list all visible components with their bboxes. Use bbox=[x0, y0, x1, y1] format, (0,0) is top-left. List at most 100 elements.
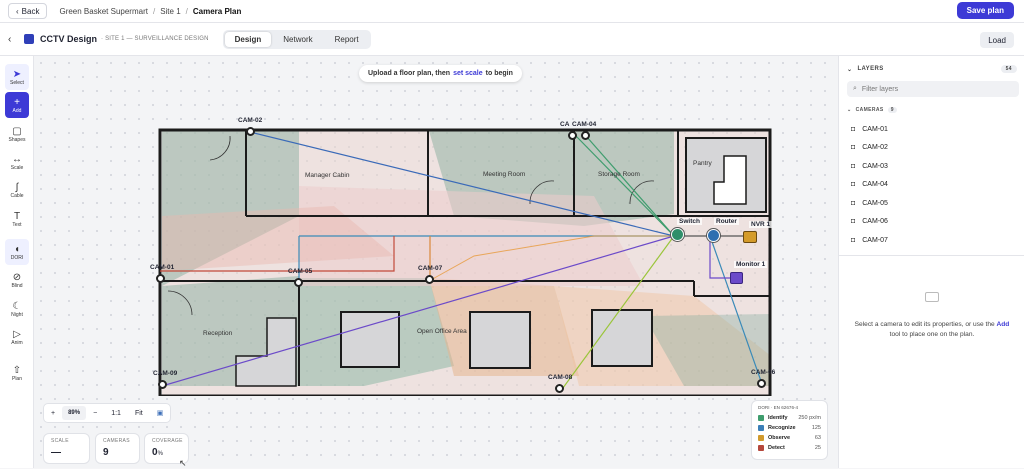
list-item[interactable]: ◘ CAM-04 bbox=[847, 176, 1017, 195]
tool-plan[interactable]: ⇧ Plan bbox=[5, 360, 29, 386]
zoom-out-button[interactable]: − bbox=[86, 403, 104, 423]
project-title: CCTV Design bbox=[40, 34, 98, 44]
dori-row: Recognize 125 bbox=[758, 423, 821, 433]
design-header: ‹ CCTV Design · SITE 1 — SURVEILLANCE DE… bbox=[0, 23, 1024, 56]
tool-anim[interactable]: ▷ Anim bbox=[5, 324, 29, 350]
filter-layers-input[interactable]: ⌕ Filter layers bbox=[847, 81, 1019, 97]
camera-label: CAM-04 bbox=[572, 121, 597, 128]
layers-count: 54 bbox=[1000, 65, 1017, 73]
camera-icon: ◘ bbox=[851, 236, 856, 244]
add-tool-link[interactable]: Add bbox=[997, 321, 1010, 328]
dori-icon: ◖ bbox=[13, 243, 21, 255]
upload-icon: ⇧ bbox=[12, 364, 22, 376]
map-icon[interactable]: ▣ bbox=[150, 403, 171, 423]
back-button[interactable]: ‹ Back bbox=[8, 3, 48, 19]
camera-icon bbox=[294, 278, 303, 287]
list-item[interactable]: ◘ CAM-05 bbox=[847, 194, 1017, 213]
camera-icon bbox=[757, 379, 766, 388]
dori-title: DORI · EN 62676-4 bbox=[758, 405, 799, 410]
camera-icon: ◘ bbox=[851, 181, 856, 189]
cursor-icon: ↖ bbox=[179, 458, 187, 468]
tool-blind[interactable]: ⊘ Blind bbox=[5, 267, 29, 293]
list-item[interactable]: ◘ CAM-06 bbox=[847, 213, 1017, 232]
camera-icon: ◘ bbox=[851, 162, 856, 170]
camera-icon bbox=[158, 380, 167, 389]
device-label: Switch bbox=[677, 218, 702, 225]
empty-properties-message: Select a camera to edit its properties, … bbox=[854, 321, 1010, 338]
zoom-actual-button[interactable]: 1:1 bbox=[104, 403, 128, 423]
crumb-project[interactable]: Green Basket Supermart bbox=[59, 7, 147, 16]
cameras-stat: CAMERAS 9 bbox=[95, 433, 140, 464]
list-item[interactable]: ◘ CAM-07 bbox=[847, 231, 1017, 250]
tab-network[interactable]: Network bbox=[273, 32, 322, 47]
tool-cable[interactable]: ∫ Cable bbox=[5, 177, 29, 203]
floor-plan bbox=[158, 128, 772, 396]
camera-icon bbox=[246, 127, 255, 136]
plus-icon: + bbox=[14, 96, 20, 108]
zoom-in-button[interactable]: + bbox=[44, 403, 62, 423]
load-button[interactable]: Load bbox=[980, 32, 1014, 48]
tool-scale[interactable]: ↔ Scale bbox=[5, 149, 29, 175]
layers-panel: ⌄ LAYERS 54 ⌕ Filter layers ⌄ CAMERAS 9 … bbox=[838, 56, 1024, 468]
room-label: Reception bbox=[203, 330, 233, 337]
tool-add[interactable]: + Add bbox=[5, 92, 29, 118]
dori-legend: DORI · EN 62676-4 Identify 250 px/m Recog… bbox=[751, 400, 828, 460]
search-icon: ⌕ bbox=[853, 85, 857, 92]
camera-icon bbox=[568, 131, 577, 140]
zoom-fit-button[interactable]: Fit bbox=[128, 403, 150, 423]
chevron-down-icon: ⌄ bbox=[847, 107, 852, 113]
tab-design[interactable]: Design bbox=[224, 31, 272, 47]
dori-row: Detect 25 bbox=[758, 443, 821, 453]
design-canvas[interactable]: Upload a floor plan, then set scale to b… bbox=[34, 56, 838, 468]
tool-shapes[interactable]: ▢ Shapes bbox=[5, 121, 29, 147]
square-icon: ▢ bbox=[12, 125, 22, 137]
dori-row: Identify 250 px/m bbox=[758, 413, 821, 423]
camera-icon bbox=[555, 384, 564, 393]
list-item[interactable]: ◘ CAM-03 bbox=[847, 157, 1017, 176]
camera-icon: ◘ bbox=[851, 199, 856, 207]
camera-icon bbox=[425, 275, 434, 284]
camera-label: CAM-09 bbox=[153, 370, 178, 377]
room-label: Meeting Room bbox=[483, 171, 526, 178]
camera-icon: ◘ bbox=[851, 218, 856, 226]
tool-night[interactable]: ☾ Night bbox=[5, 296, 29, 322]
tool-dori[interactable]: ◖ DORI bbox=[5, 239, 29, 265]
camera-icon: ◘ bbox=[851, 125, 856, 133]
cameras-group-header[interactable]: ⌄ CAMERAS 9 bbox=[847, 107, 897, 113]
layers-header[interactable]: ⌄ LAYERS 54 bbox=[847, 65, 1017, 73]
cable-icon: ∫ bbox=[15, 181, 19, 193]
camera-label: CAM-02 bbox=[238, 117, 263, 124]
chevron-left-icon[interactable]: ‹ bbox=[8, 34, 22, 45]
camera-icon bbox=[581, 131, 590, 140]
tool-palette: ➤ Select + Add ▢ Shapes ↔ Scale ∫ Cable T Text… bbox=[0, 56, 34, 468]
tool-text[interactable]: T Text bbox=[5, 206, 29, 232]
save-plan-button[interactable]: Save plan bbox=[956, 2, 1014, 19]
camera-label: CAM-06 bbox=[751, 369, 776, 376]
eye-off-icon: ⊘ bbox=[12, 271, 22, 283]
zoom-level: 89% bbox=[62, 406, 87, 420]
list-item[interactable]: ◘ CAM-02 bbox=[847, 139, 1017, 158]
camera-label: CAM-07 bbox=[418, 265, 443, 272]
crumb-current: Camera Plan bbox=[192, 6, 242, 16]
divider bbox=[839, 255, 1024, 256]
tool-select[interactable]: ➤ Select bbox=[5, 64, 29, 90]
list-item[interactable]: ◘ CAM-01 bbox=[847, 120, 1017, 139]
camera-icon bbox=[156, 274, 165, 283]
ruler-icon: ↔ bbox=[12, 153, 22, 165]
scale-stat: SCALE — bbox=[43, 433, 90, 464]
text-icon: T bbox=[13, 210, 21, 222]
camera-label: CAM-01 bbox=[150, 264, 175, 271]
cursor-icon: ➤ bbox=[12, 68, 22, 80]
crumb-site[interactable]: Site 1 bbox=[160, 7, 180, 16]
device-label: Router bbox=[714, 218, 739, 225]
back-label: Back bbox=[21, 6, 40, 16]
router-icon bbox=[707, 229, 720, 242]
top-bar: ‹ Back Green Basket Supermart / Site 1 /… bbox=[0, 0, 1024, 23]
device-label: Monitor 1 bbox=[734, 261, 768, 268]
device-label: NVR 1 bbox=[749, 221, 773, 228]
chevron-down-icon: ⌄ bbox=[847, 66, 853, 73]
room-label: Storage Room bbox=[598, 171, 640, 178]
camera-label: CAM-05 bbox=[288, 268, 313, 275]
mode-tabs: Design Network Report bbox=[222, 29, 371, 49]
tab-report[interactable]: Report bbox=[325, 32, 369, 47]
